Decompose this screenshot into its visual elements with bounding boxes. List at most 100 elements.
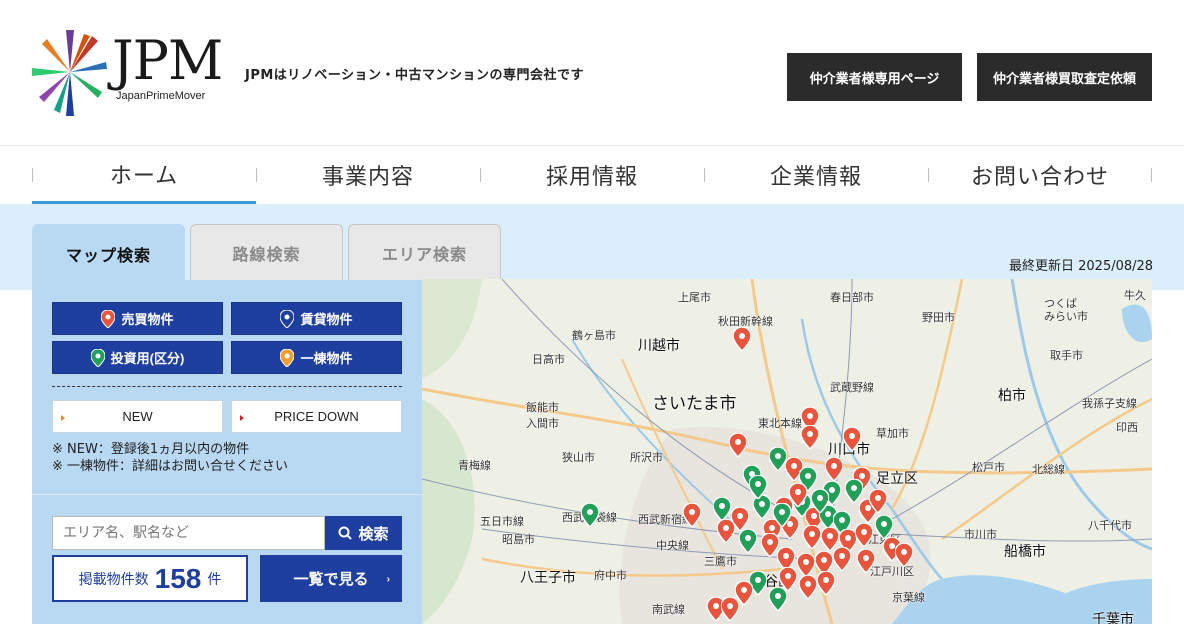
sale-property-pin-icon[interactable] <box>855 523 873 547</box>
tab-line-search[interactable]: 路線検索 <box>190 224 343 280</box>
investment-property-pin-icon[interactable] <box>581 503 599 527</box>
category-rent-label: 賃貸物件 <box>300 312 353 327</box>
nav-item-recruit[interactable]: 採用情報 <box>480 146 704 204</box>
property-map[interactable]: 上尾市 春日部市 野田市 つくば みらい市 牛久 鶴ヶ島市 川越市 日高市 取手… <box>422 279 1152 624</box>
map-label: 千葉市 <box>1092 612 1134 624</box>
logo-burst-icon <box>32 30 107 116</box>
orange-triangle-icon <box>61 415 65 421</box>
investment-property-pin-icon[interactable] <box>713 497 731 521</box>
chevron-right-icon: › <box>386 574 390 585</box>
filter-price-down-label: PRICE DOWN <box>274 409 359 424</box>
map-label: 柏市 <box>998 388 1026 404</box>
keyword-search-button[interactable]: 検索 <box>325 516 402 550</box>
sale-property-pin-icon[interactable] <box>731 507 749 531</box>
agent-page-button[interactable]: 仲介業者様専用ページ <box>787 53 962 101</box>
sale-property-pin-icon[interactable] <box>895 543 913 567</box>
nav-item-business[interactable]: 事業内容 <box>256 146 480 204</box>
map-label: 春日部市 <box>830 291 874 304</box>
map-label: 印西 <box>1116 421 1138 434</box>
tab-map-search[interactable]: マップ検索 <box>32 224 185 282</box>
map-label: 草加市 <box>876 427 909 440</box>
sale-property-pin-icon[interactable] <box>683 503 701 527</box>
sale-property-pin-icon[interactable] <box>833 547 851 571</box>
map-label: 八千代市 <box>1088 519 1132 532</box>
logo-subtext: JapanPrimeMover <box>116 90 206 102</box>
map-label: 川越市 <box>638 338 680 354</box>
category-investment-button[interactable]: 投資用(区分) <box>52 341 223 374</box>
category-building-label: 一棟物件 <box>300 351 353 366</box>
blue-pin-icon <box>280 309 295 328</box>
site-header: JPM JapanPrimeMover JPMはリノベーション・中古マンションの… <box>0 0 1184 146</box>
filter-price-down-button[interactable]: PRICE DOWN <box>231 400 402 433</box>
sale-property-pin-icon[interactable] <box>797 553 815 577</box>
sale-property-pin-icon[interactable] <box>817 571 835 595</box>
filter-new-label: NEW <box>122 409 153 424</box>
sale-property-pin-icon[interactable] <box>761 533 779 557</box>
listing-count-unit: 件 <box>207 571 222 588</box>
map-label: 取手市 <box>1050 349 1083 362</box>
main-nav: ホーム 事業内容 採用情報 企業情報 お問い合わせ <box>32 146 1152 204</box>
sale-property-pin-icon[interactable] <box>801 425 819 449</box>
map-label: 三鷹市 <box>704 555 737 568</box>
last-updated: 最終更新日 2025/08/28 <box>1009 259 1154 274</box>
divider <box>32 494 422 495</box>
sale-property-pin-icon[interactable] <box>869 489 887 513</box>
nav-item-company[interactable]: 企業情報 <box>704 146 928 204</box>
map-label: 八王子市 <box>520 570 576 586</box>
sale-property-pin-icon[interactable] <box>843 427 861 451</box>
category-rent-button[interactable]: 賃貸物件 <box>231 302 402 335</box>
map-label: 狭山市 <box>562 451 595 464</box>
map-label: 中央線 <box>656 539 689 552</box>
map-label: 牛久 <box>1124 289 1146 302</box>
map-label: 野田市 <box>922 311 955 324</box>
map-label: 市川市 <box>964 528 997 541</box>
map-label: 上尾市 <box>678 291 711 304</box>
category-sale-button[interactable]: 売買物件 <box>52 302 223 335</box>
keyword-search-input[interactable] <box>52 516 325 550</box>
investment-property-pin-icon[interactable] <box>749 475 767 499</box>
map-label: 日高市 <box>532 353 565 366</box>
investment-property-pin-icon[interactable] <box>769 587 787 611</box>
investment-property-pin-icon[interactable] <box>811 489 829 513</box>
sale-property-pin-icon[interactable] <box>799 575 817 599</box>
map-label: 船橋市 <box>1004 544 1046 560</box>
map-label: 五日市線 <box>480 515 524 528</box>
map-label: みらい市 <box>1044 310 1088 323</box>
company-tagline: JPMはリノベーション・中古マンションの専門会社です <box>245 68 585 83</box>
map-label: 我孫子支線 <box>1082 397 1137 410</box>
nav-item-contact[interactable]: お問い合わせ <box>928 146 1152 204</box>
sale-property-pin-icon[interactable] <box>803 525 821 549</box>
sale-property-pin-icon[interactable] <box>857 549 875 573</box>
map-label: 足立区 <box>876 471 918 487</box>
sale-property-pin-icon[interactable] <box>789 483 807 507</box>
map-label: 武蔵野線 <box>830 381 874 394</box>
search-panel: 売買物件 賃貸物件 投資用(区分) 一棟物件 NEW PRICE DOWN ※ … <box>32 280 422 624</box>
category-sale-label: 売買物件 <box>121 312 174 327</box>
agent-appraisal-button[interactable]: 仲介業者様買取査定依頼 <box>977 53 1152 101</box>
nav-item-home[interactable]: ホーム <box>32 146 256 204</box>
jpm-logo[interactable]: JPM JapanPrimeMover <box>32 28 232 120</box>
red-pin-icon <box>101 309 116 328</box>
sale-property-pin-icon[interactable] <box>729 433 747 457</box>
note-building: ※ 一棟物件：詳細はお問い合せください <box>52 459 289 474</box>
map-label: 所沢市 <box>630 451 663 464</box>
filter-new-button[interactable]: NEW <box>52 400 223 433</box>
listing-count-label: 掲載物件数 <box>78 571 149 588</box>
view-list-label: 一覧で見る <box>293 571 369 588</box>
tab-area-search[interactable]: エリア検索 <box>348 224 501 280</box>
category-building-button[interactable]: 一棟物件 <box>231 341 402 374</box>
map-label: 南武線 <box>652 603 685 616</box>
map-label: 東北本線 <box>758 417 802 430</box>
map-label: さいたま市 <box>652 394 737 414</box>
orange-pin-icon <box>280 348 295 367</box>
listing-count-box: 掲載物件数 158 件 <box>52 555 248 602</box>
investment-property-pin-icon[interactable] <box>875 515 893 539</box>
map-label: 京葉線 <box>892 591 925 604</box>
investment-property-pin-icon[interactable] <box>739 529 757 553</box>
sale-property-pin-icon[interactable] <box>721 597 739 621</box>
view-list-button[interactable]: 一覧で見る › <box>260 555 402 602</box>
sale-property-pin-icon[interactable] <box>825 457 843 481</box>
map-label: 飯能市 <box>526 401 559 414</box>
sale-property-pin-icon[interactable] <box>733 327 751 351</box>
map-label: 入間市 <box>526 417 559 430</box>
